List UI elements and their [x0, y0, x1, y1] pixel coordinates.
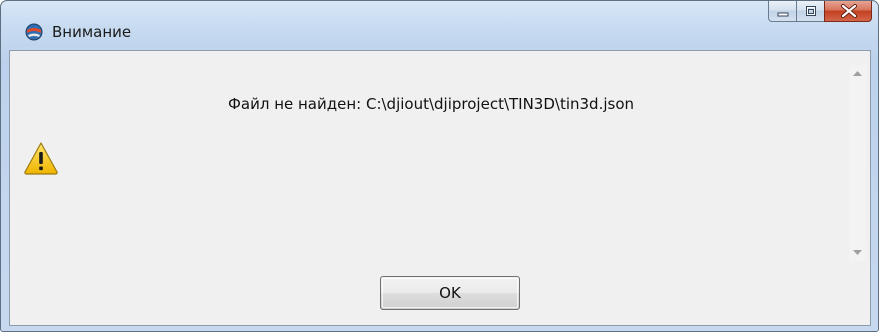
maximize-icon: [806, 6, 816, 16]
scroll-down-button[interactable]: [849, 244, 866, 261]
close-button[interactable]: [824, 1, 872, 22]
app-globe-icon: [25, 23, 43, 41]
scroll-up-button[interactable]: [849, 65, 866, 82]
warning-icon: [24, 142, 58, 175]
vertical-scrollbar[interactable]: [849, 65, 866, 261]
maximize-button[interactable]: [796, 1, 824, 22]
window-title: Внимание: [52, 23, 132, 41]
error-message: Файл не найден: C:\djiout\djiproject\TIN…: [227, 95, 635, 113]
chevron-up-icon: [853, 71, 862, 76]
minimize-button[interactable]: [768, 1, 796, 22]
close-icon: [841, 4, 857, 18]
title-bar[interactable]: Внимание: [1, 1, 878, 51]
dialog-content: Файл не найден: C:\djiout\djiproject\TIN…: [9, 50, 871, 326]
dialog-window: Внимание Файл не найден: C:\djiout\djipr…: [0, 0, 879, 332]
caption-buttons: [768, 1, 872, 23]
ok-button[interactable]: OK: [380, 276, 520, 310]
chevron-down-icon: [853, 250, 862, 255]
minimize-icon: [777, 12, 789, 17]
